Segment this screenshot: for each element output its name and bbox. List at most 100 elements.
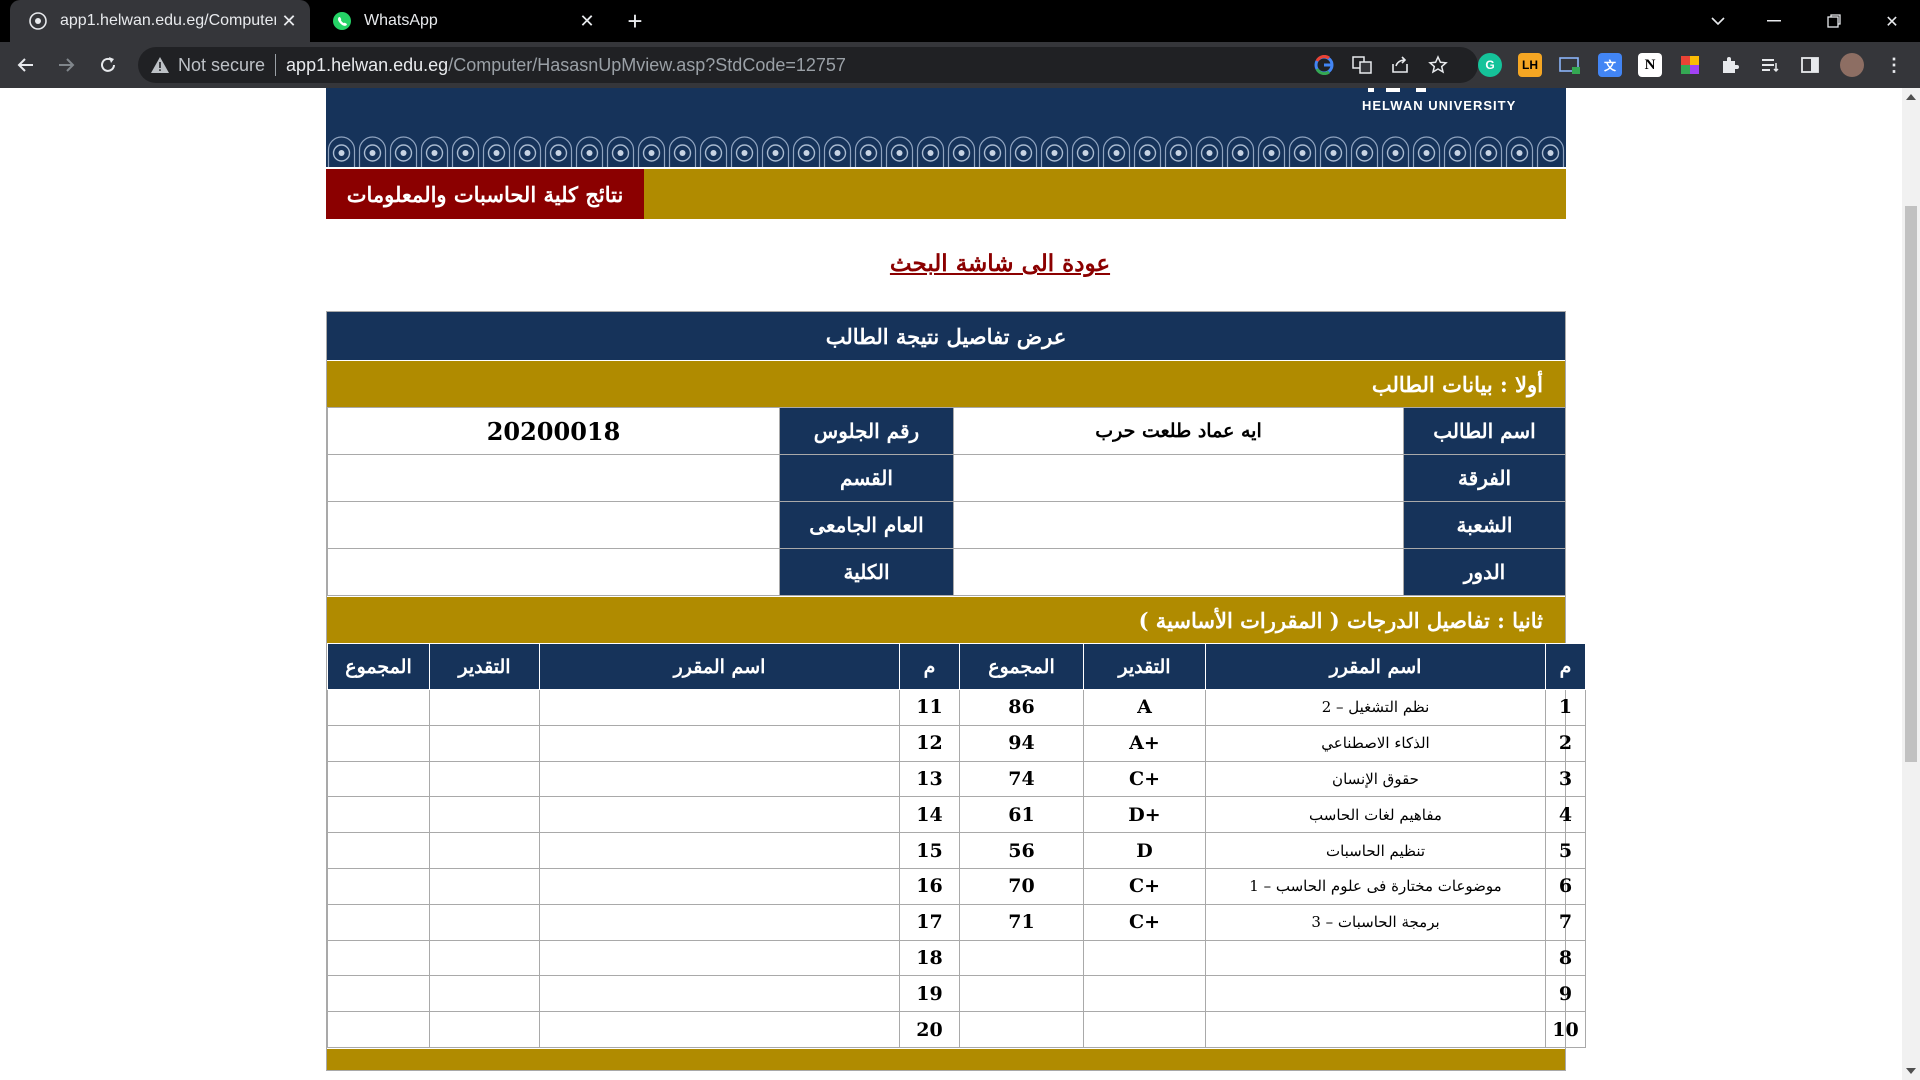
- tab-whatsapp[interactable]: WhatsApp ✕: [314, 0, 608, 42]
- ornament-medallion: [637, 136, 666, 167]
- university-banner: HELWAN UNIVERSITY: [326, 88, 1566, 167]
- row-number: 18: [899, 939, 960, 977]
- grade-row: 10 20: [327, 1011, 1586, 1048]
- google-icon[interactable]: [1312, 53, 1336, 77]
- course-total: [327, 867, 430, 905]
- back-button[interactable]: [10, 49, 42, 81]
- ornament-medallion: [451, 136, 480, 167]
- ornament-medallion: [513, 136, 542, 167]
- ornament-medallion: [1009, 136, 1038, 167]
- course-name: حقوق الإنسان: [1205, 760, 1546, 798]
- header-total: المجموع: [327, 643, 430, 690]
- side-panel-icon[interactable]: [1798, 53, 1822, 77]
- course-name: الذكاء الاصطناعي: [1205, 724, 1546, 762]
- reload-button[interactable]: [92, 49, 124, 81]
- bookmark-star-icon[interactable]: [1426, 53, 1450, 77]
- ornament-medallion: [1474, 136, 1503, 167]
- scroll-down-arrow-icon[interactable]: [1906, 1068, 1916, 1074]
- course-name: [539, 903, 900, 941]
- ornament-medallion: [1226, 136, 1255, 167]
- row-number: 13: [899, 760, 960, 798]
- level-label: الفرقة: [1403, 454, 1566, 502]
- page-scrollbar[interactable]: [1902, 88, 1920, 1080]
- colorful-extension-icon[interactable]: [1678, 53, 1702, 77]
- course-total: 74: [959, 760, 1084, 798]
- header-num: م: [1545, 643, 1586, 690]
- info-row: اسم الطالب ايه عماد طلعت حرب رقم الجلوس …: [327, 407, 1566, 455]
- student-info-table: اسم الطالب ايه عماد طلعت حرب رقم الجلوس …: [327, 407, 1566, 596]
- ornament-medallion: [358, 136, 387, 167]
- address-bar[interactable]: Not secure app1.helwan.edu.eg /Computer/…: [138, 47, 1478, 83]
- minimize-icon[interactable]: [1746, 0, 1802, 42]
- ornament-medallion: [823, 136, 852, 167]
- row-number: 5: [1545, 832, 1586, 869]
- lh-extension-icon[interactable]: LH: [1518, 53, 1542, 77]
- close-tab-icon[interactable]: ✕: [574, 8, 600, 34]
- course-name: تنظيم الحاسبات: [1205, 832, 1546, 869]
- ornament-medallion: [1350, 136, 1379, 167]
- grade-row: 4 مفاهيم لغات الحاسب D+ 61 14: [327, 796, 1586, 834]
- grades-header-row: م اسم المقرر التقدير المجموع م اسم المقر…: [327, 643, 1586, 690]
- header-num: م: [899, 643, 960, 690]
- faculty-value: [327, 548, 780, 596]
- row-number: 2: [1545, 724, 1586, 762]
- ornament-medallion: [1443, 136, 1472, 167]
- university-name: HELWAN UNIVERSITY: [1362, 98, 1517, 113]
- year-value: [327, 501, 780, 549]
- back-to-search-link[interactable]: عودة الى شاشة البحث: [800, 250, 1200, 277]
- row-number: 12: [899, 724, 960, 762]
- faculty-results-title: نتائج كلية الحاسبات والمعلومات: [326, 169, 644, 219]
- share-icon[interactable]: [1388, 53, 1412, 77]
- course-total: [327, 689, 430, 726]
- course-name: موضوعات مختارة فى علوم الحاسب – 1: [1205, 867, 1546, 905]
- grades-table: م اسم المقرر التقدير المجموع م اسم المقر…: [327, 643, 1586, 1048]
- course-grade: [1083, 939, 1206, 977]
- course-total: [959, 939, 1084, 977]
- tab-search-icon[interactable]: [1690, 0, 1746, 42]
- forward-button[interactable]: [50, 49, 82, 81]
- extension-cast-icon[interactable]: [1558, 53, 1582, 77]
- ornament-medallion: [885, 136, 914, 167]
- ornament-medallion: [1536, 136, 1565, 167]
- row-number: 8: [1545, 939, 1586, 977]
- scroll-up-arrow-icon[interactable]: [1906, 94, 1916, 100]
- ornament-medallion: [389, 136, 418, 167]
- google-translate-icon[interactable]: 文: [1598, 53, 1622, 77]
- close-tab-icon[interactable]: ✕: [276, 8, 302, 34]
- ornament-medallion: [1505, 136, 1534, 167]
- tab-helwan[interactable]: app1.helwan.edu.eg/Computer/Has ✕: [10, 0, 310, 42]
- ornament-medallion: [1412, 136, 1441, 167]
- course-name: نظم التشغيل – 2: [1205, 689, 1546, 726]
- ornament-medallion: [1133, 136, 1162, 167]
- ornament-medallion: [947, 136, 976, 167]
- tab-title: WhatsApp: [364, 12, 438, 29]
- close-window-icon[interactable]: ✕: [1864, 0, 1920, 42]
- grade-row: 8 18: [327, 939, 1586, 977]
- restore-icon[interactable]: [1806, 0, 1862, 42]
- course-total: 71: [959, 903, 1084, 941]
- row-number: 1: [1545, 689, 1586, 726]
- profile-avatar[interactable]: [1840, 53, 1864, 77]
- grammarly-icon[interactable]: G: [1478, 53, 1502, 77]
- extensions-puzzle-icon[interactable]: [1718, 53, 1742, 77]
- course-grade: [429, 867, 540, 905]
- row-number: 17: [899, 903, 960, 941]
- notion-icon[interactable]: N: [1638, 53, 1662, 77]
- reading-list-icon[interactable]: [1758, 53, 1782, 77]
- course-grade: A+: [1083, 724, 1206, 762]
- new-tab-button[interactable]: +: [620, 6, 650, 36]
- course-grade: [429, 760, 540, 798]
- ornament-medallion: [699, 136, 728, 167]
- ornament-medallion: [1257, 136, 1286, 167]
- scrollbar-thumb[interactable]: [1905, 206, 1917, 762]
- tab-strip: app1.helwan.edu.eg/Computer/Has ✕ WhatsA…: [0, 0, 1920, 42]
- round-label: الدور: [1403, 548, 1566, 596]
- course-name: [539, 832, 900, 869]
- course-grade: D+: [1083, 796, 1206, 834]
- browser-toolbar: Not secure app1.helwan.edu.eg /Computer/…: [0, 42, 1920, 88]
- translate-icon[interactable]: [1350, 53, 1374, 77]
- menu-kebab-icon[interactable]: ⋮: [1882, 53, 1906, 77]
- grade-row: 9 19: [327, 975, 1586, 1013]
- whatsapp-icon: [333, 12, 351, 30]
- course-total: [959, 975, 1084, 1013]
